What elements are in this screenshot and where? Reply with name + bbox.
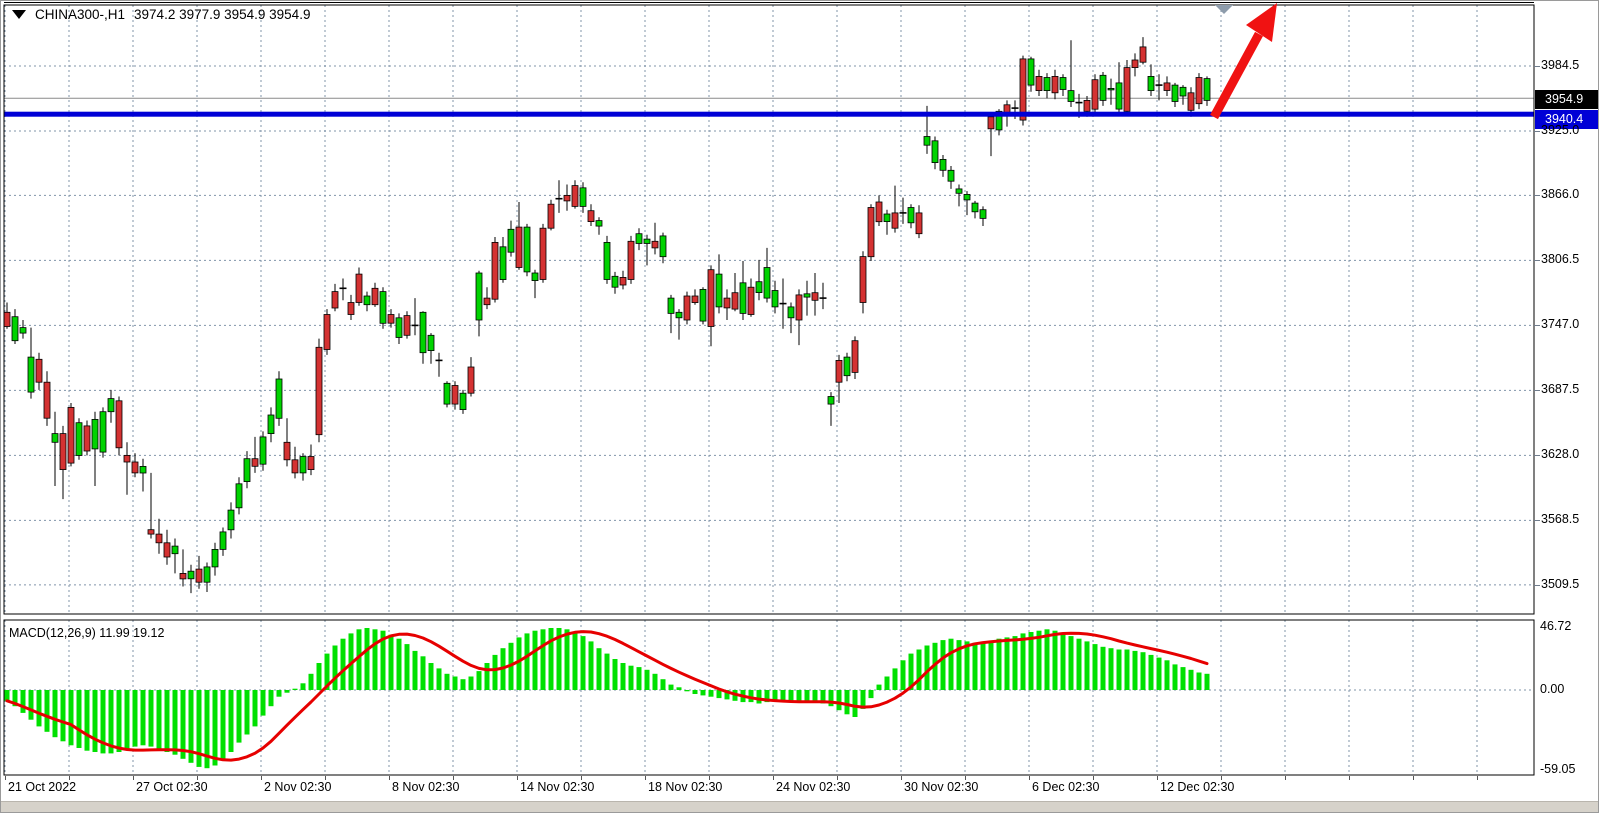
trend-arrow[interactable] xyxy=(1214,3,1277,117)
time-axis-tick xyxy=(197,776,198,780)
time-axis-tick xyxy=(325,776,326,780)
time-axis-tick xyxy=(965,776,966,780)
chart-title: CHINA300-,H1 3974.2 3977.9 3954.9 3954.9 xyxy=(12,7,310,22)
time-axis-label: 2 Nov 02:30 xyxy=(264,780,331,794)
price-axis-label: 3806.5 xyxy=(1541,252,1579,266)
chart-end-marker-icon xyxy=(1215,5,1233,14)
support-line[interactable] xyxy=(4,112,1534,117)
ohlc-values: 3974.2 3977.9 3954.9 3954.9 xyxy=(134,7,310,22)
pane-borders xyxy=(4,3,1534,776)
price-axis-tick xyxy=(1534,325,1540,326)
time-axis-tick xyxy=(1157,776,1158,780)
price-axis-label: 3687.5 xyxy=(1541,382,1579,396)
time-axis-tick xyxy=(1093,776,1094,780)
macd-axis-label: 0.00 xyxy=(1540,682,1564,696)
price-axis-label: 3509.5 xyxy=(1541,577,1579,591)
time-axis-tick xyxy=(453,776,454,780)
price-axis-label: 3628.0 xyxy=(1541,447,1579,461)
mt4-chart-window: CHINA300-,H1 3974.2 3977.9 3954.9 3954.9… xyxy=(0,0,1599,813)
window-bottom-edge xyxy=(0,801,1599,813)
macd-axis-label: 46.72 xyxy=(1540,619,1571,633)
time-axis-label: 27 Oct 02:30 xyxy=(136,780,208,794)
price-axis-label: 3747.0 xyxy=(1541,317,1579,331)
time-axis-tick xyxy=(5,776,6,780)
chart-canvas[interactable] xyxy=(0,0,1599,813)
time-axis-tick xyxy=(645,776,646,780)
time-axis-label: 12 Dec 02:30 xyxy=(1160,780,1234,794)
price-axis-label: 3925.0 xyxy=(1541,123,1579,137)
time-axis-tick xyxy=(261,776,262,780)
time-axis-tick xyxy=(1029,776,1030,780)
macd-signal-line xyxy=(7,632,1207,761)
time-axis-tick xyxy=(709,776,710,780)
macd-axis-label: -59.05 xyxy=(1540,762,1575,776)
price-axis-label: 3866.0 xyxy=(1541,187,1579,201)
time-axis-label: 18 Nov 02:30 xyxy=(648,780,722,794)
macd-histogram xyxy=(5,628,1210,768)
time-axis-tick xyxy=(1349,776,1350,780)
time-axis-label: 6 Dec 02:30 xyxy=(1032,780,1099,794)
price-axis-tick xyxy=(1534,195,1540,196)
time-axis-tick xyxy=(133,776,134,780)
symbol-dropdown-icon[interactable] xyxy=(12,10,26,19)
time-axis-tick xyxy=(837,776,838,780)
price-axis-label: 3568.5 xyxy=(1541,512,1579,526)
grid-horizontal xyxy=(4,66,1534,690)
time-axis-label: 30 Nov 02:30 xyxy=(904,780,978,794)
price-axis-label: 3984.5 xyxy=(1541,58,1579,72)
time-axis-label: 14 Nov 02:30 xyxy=(520,780,594,794)
time-axis-tick xyxy=(1221,776,1222,780)
time-axis-tick xyxy=(69,776,70,780)
time-axis-label: 8 Nov 02:30 xyxy=(392,780,459,794)
price-axis-tick xyxy=(1534,131,1540,132)
time-axis-tick xyxy=(773,776,774,780)
price-axis-tick xyxy=(1534,455,1540,456)
price-axis-tick xyxy=(1534,585,1540,586)
time-axis-tick xyxy=(1285,776,1286,780)
time-axis-tick xyxy=(517,776,518,780)
time-axis-tick xyxy=(1477,776,1478,780)
time-axis-tick xyxy=(581,776,582,780)
time-axis-label: 24 Nov 02:30 xyxy=(776,780,850,794)
price-axis-tick xyxy=(1534,390,1540,391)
bid-price-badge: 3954.9 xyxy=(1535,90,1599,109)
time-axis-tick xyxy=(901,776,902,780)
macd-indicator-label: MACD(12,26,9) 11.99 19.12 xyxy=(9,626,164,640)
price-axis-tick xyxy=(1534,66,1540,67)
time-axis-label: 21 Oct 2022 xyxy=(8,780,76,794)
price-axis-tick xyxy=(1534,520,1540,521)
time-axis-tick xyxy=(389,776,390,780)
price-axis-tick xyxy=(1534,260,1540,261)
symbol-period-label: CHINA300-,H1 xyxy=(35,7,125,22)
time-axis-tick xyxy=(1413,776,1414,780)
